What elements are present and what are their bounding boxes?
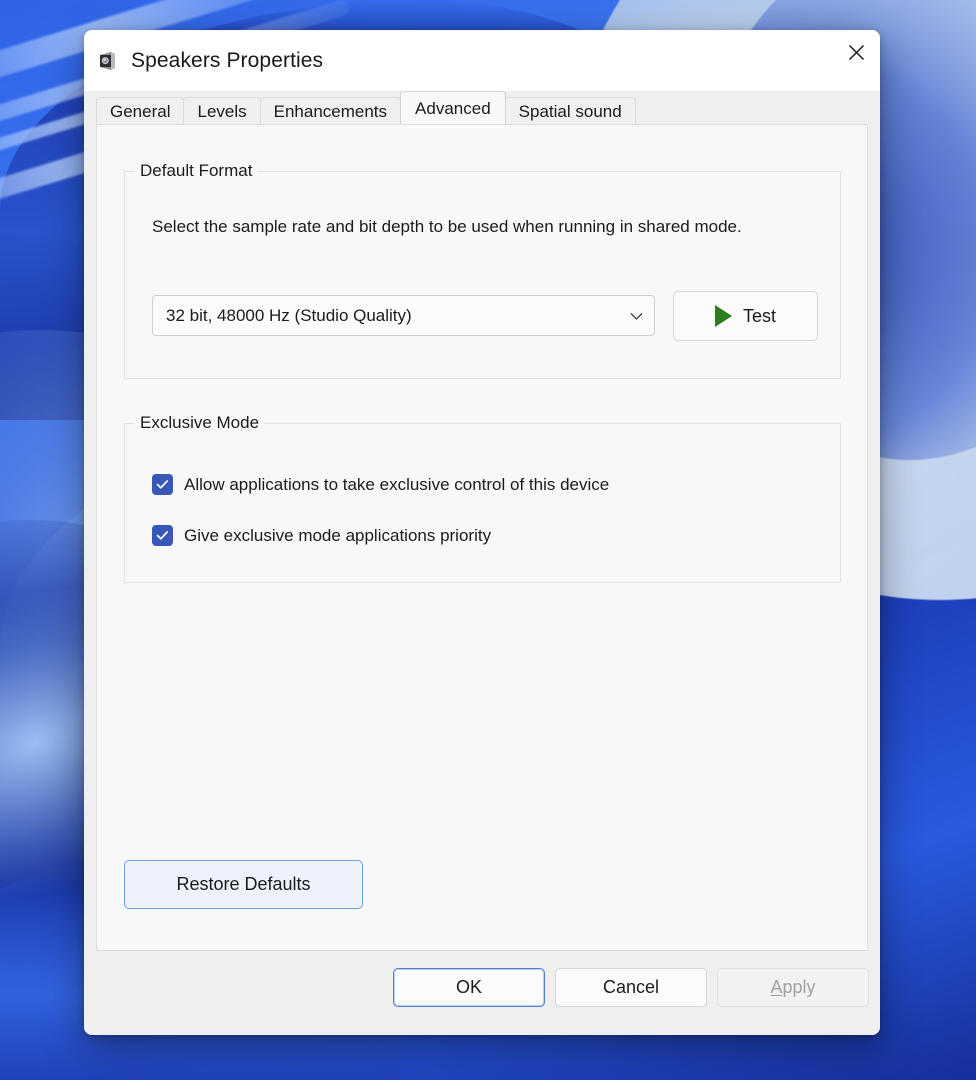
tab-advanced[interactable]: Advanced bbox=[400, 91, 506, 124]
checkmark-icon bbox=[152, 474, 173, 495]
tab-general[interactable]: General bbox=[96, 97, 185, 124]
ok-button[interactable]: OK bbox=[393, 968, 545, 1007]
speakers-properties-dialog: Speakers Properties General Levels Enhan… bbox=[84, 30, 880, 1035]
exclusive-mode-legend: Exclusive Mode bbox=[135, 413, 265, 433]
apply-button[interactable]: Apply bbox=[717, 968, 869, 1007]
test-button-label: Test bbox=[742, 305, 776, 326]
advanced-tab-panel: Default Format Select the sample rate an… bbox=[96, 124, 868, 1028]
default-format-dropdown[interactable]: 32 bit, 48000 Hz (Studio Quality) bbox=[152, 295, 655, 336]
title-bar: Speakers Properties bbox=[84, 30, 880, 91]
tab-strip: General Levels Enhancements Advanced Spa… bbox=[84, 91, 880, 124]
tab-levels[interactable]: Levels bbox=[183, 97, 261, 124]
default-format-description: Select the sample rate and bit depth to … bbox=[152, 217, 742, 236]
test-button[interactable]: Test bbox=[673, 291, 818, 341]
play-icon bbox=[714, 305, 732, 327]
tab-spatial-sound[interactable]: Spatial sound bbox=[504, 97, 636, 124]
restore-defaults-label: Restore Defaults bbox=[176, 874, 311, 894]
default-format-legend: Default Format bbox=[135, 161, 258, 181]
cancel-button-label: Cancel bbox=[602, 977, 660, 997]
apply-accel: A bbox=[770, 977, 783, 997]
apply-button-label: Apply bbox=[770, 977, 815, 998]
default-format-value: 32 bit, 48000 Hz (Studio Quality) bbox=[166, 305, 412, 325]
chevron-down-icon bbox=[629, 311, 644, 321]
cancel-button[interactable]: Cancel bbox=[555, 968, 707, 1007]
checkbox-label: Allow applications to take exclusive con… bbox=[184, 474, 610, 494]
tab-enhancements[interactable]: Enhancements bbox=[259, 97, 402, 124]
default-format-group: Default Format Select the sample rate an… bbox=[124, 161, 841, 379]
dialog-footer: OK Cancel Apply bbox=[84, 951, 880, 1035]
close-icon[interactable] bbox=[832, 30, 880, 75]
window-title: Speakers Properties bbox=[131, 48, 324, 72]
apply-button-rest: pply bbox=[782, 977, 816, 997]
checkmark-icon bbox=[152, 525, 173, 546]
restore-defaults-button[interactable]: Restore Defaults bbox=[124, 860, 363, 909]
checkbox-give-priority[interactable]: Give exclusive mode applications priorit… bbox=[152, 525, 491, 546]
ok-button-label: OK bbox=[455, 977, 482, 997]
checkbox-allow-exclusive-control[interactable]: Allow applications to take exclusive con… bbox=[152, 474, 609, 495]
speaker-icon bbox=[96, 50, 118, 72]
exclusive-mode-group: Exclusive Mode Allow applications to tak… bbox=[124, 413, 841, 583]
checkbox-label: Give exclusive mode applications priorit… bbox=[184, 525, 492, 545]
